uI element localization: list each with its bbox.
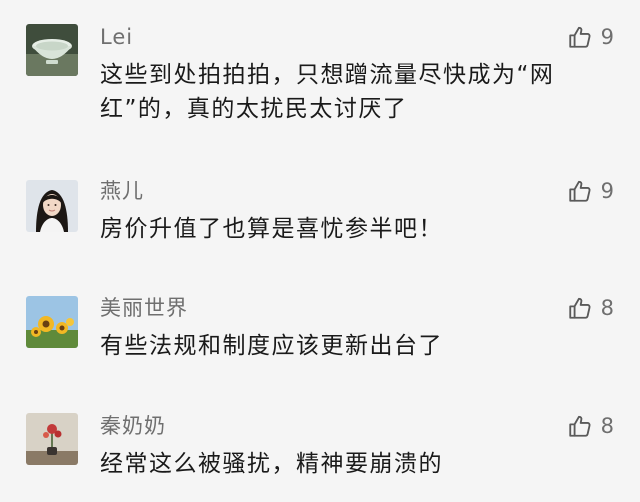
avatar[interactable] <box>26 180 78 232</box>
thumbs-up-icon <box>568 297 591 319</box>
avatar[interactable] <box>26 413 78 465</box>
comment-text: 这些到处拍拍拍，只想蹭流量尽快成为“网红”的，真的太扰民太讨厌了 <box>100 62 555 122</box>
comment-text: 经常这么被骚扰，精神要崩溃的 <box>100 451 443 477</box>
thumbs-up-icon <box>568 180 591 202</box>
like-count: 9 <box>600 179 614 203</box>
flower-vase-avatar <box>26 413 78 465</box>
like-count: 8 <box>600 296 614 320</box>
avatar[interactable] <box>26 296 78 348</box>
comment-nickname[interactable]: Lei <box>100 22 133 52</box>
like-button[interactable]: 8 <box>567 411 614 441</box>
comment-nickname[interactable]: 秦奶奶 <box>100 411 166 441</box>
porcelain-bowl-avatar <box>26 24 78 76</box>
thumbs-up-icon <box>568 415 591 437</box>
thumbs-up-icon <box>568 26 591 48</box>
comment-text: 房价升值了也算是喜忧参半吧！ <box>100 216 443 242</box>
like-button[interactable]: 8 <box>567 293 614 323</box>
woman-portrait-avatar <box>26 180 78 232</box>
like-button[interactable]: 9 <box>567 22 614 52</box>
comment-nickname[interactable]: 美丽世界 <box>100 293 188 323</box>
comment-nickname[interactable]: 燕儿 <box>100 176 144 206</box>
like-button[interactable]: 9 <box>567 176 614 206</box>
like-count: 9 <box>600 25 614 49</box>
sunflower-avatar <box>26 296 78 348</box>
comment-text: 有些法规和制度应该更新出台了 <box>100 333 443 359</box>
avatar[interactable] <box>26 24 78 76</box>
like-count: 8 <box>600 414 614 438</box>
